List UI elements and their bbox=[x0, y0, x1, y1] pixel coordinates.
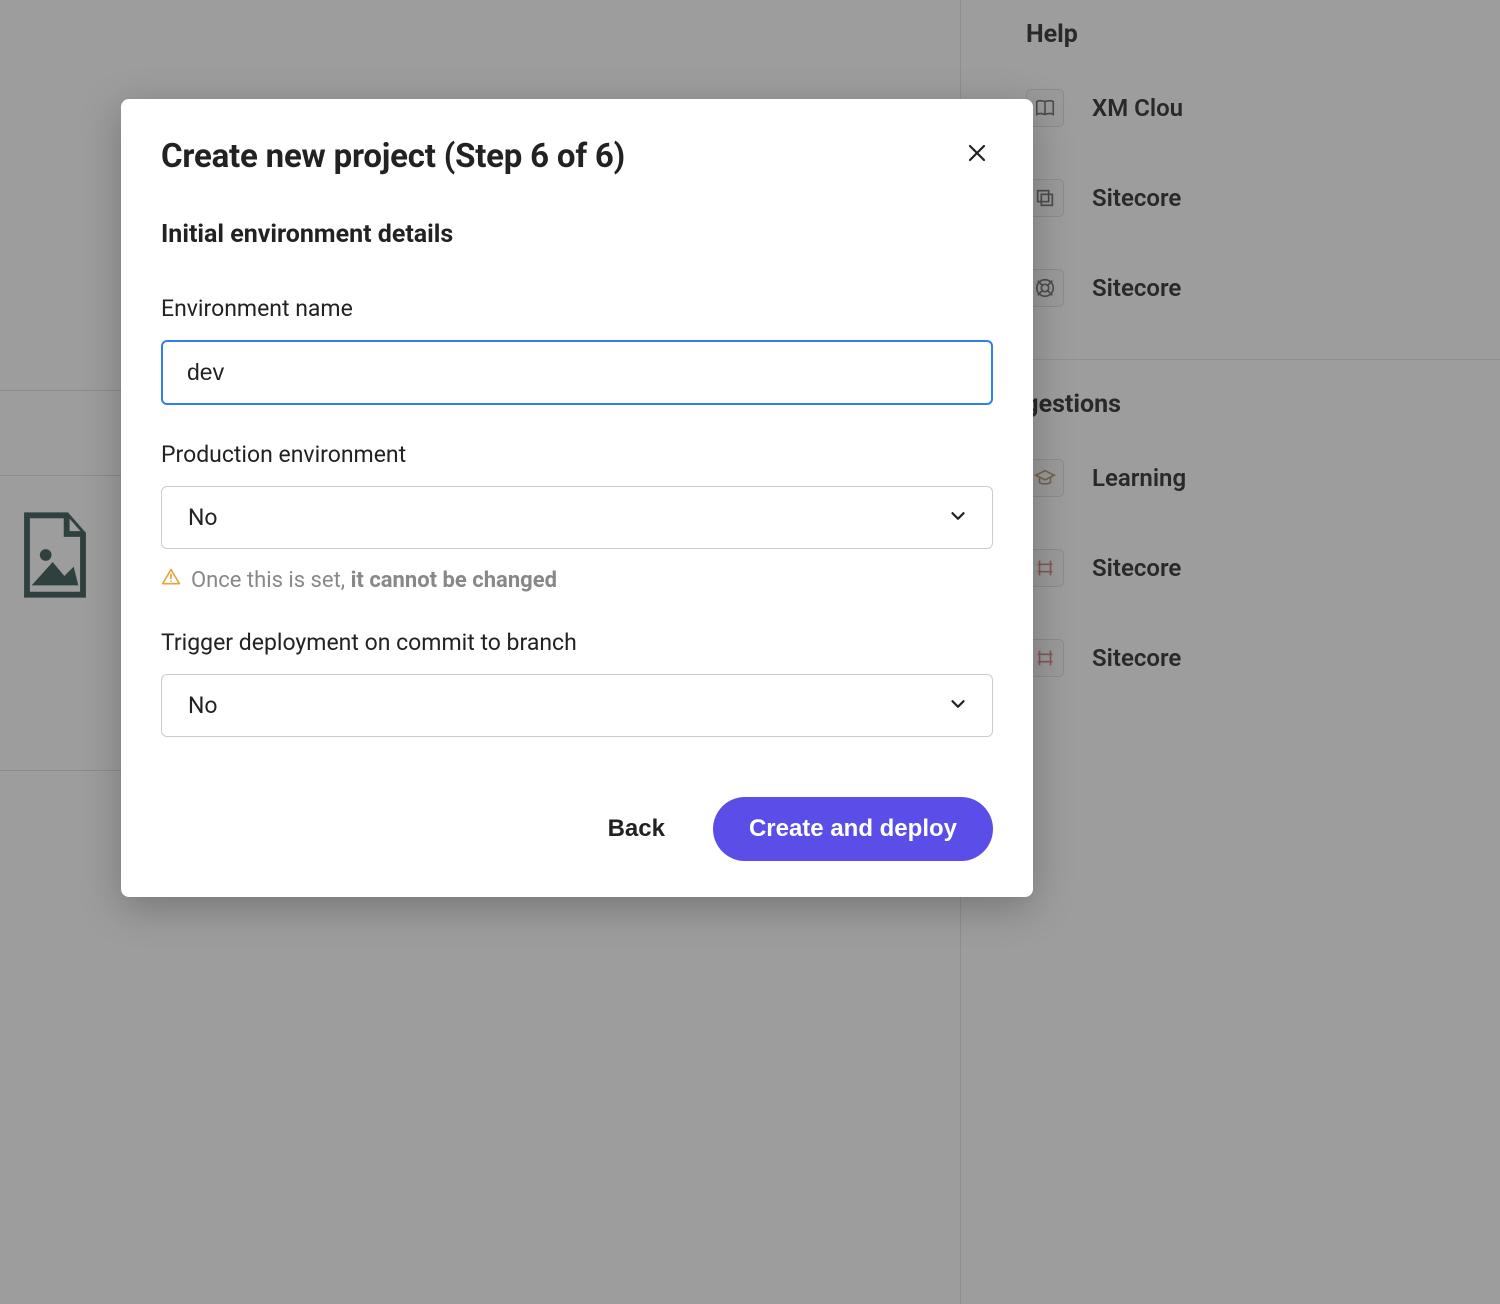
environment-name-label: Environment name bbox=[161, 295, 993, 322]
create-project-modal: Create new project (Step 6 of 6) Initial… bbox=[121, 99, 1033, 897]
create-and-deploy-button[interactable]: Create and deploy bbox=[713, 797, 993, 861]
environment-name-input[interactable] bbox=[161, 340, 993, 405]
modal-title: Create new project (Step 6 of 6) bbox=[161, 137, 625, 176]
production-environment-hint: Once this is set, it cannot be changed bbox=[161, 567, 993, 593]
environment-name-field: Environment name bbox=[161, 295, 993, 405]
warning-icon bbox=[161, 567, 181, 593]
hint-text: Once this is set, bbox=[191, 568, 351, 593]
modal-header: Create new project (Step 6 of 6) bbox=[161, 137, 993, 176]
section-title: Initial environment details bbox=[161, 220, 993, 249]
production-environment-label: Production environment bbox=[161, 441, 993, 468]
hint-text-bold: it cannot be changed bbox=[351, 568, 557, 593]
close-button[interactable] bbox=[961, 137, 993, 169]
select-value: No bbox=[188, 504, 218, 531]
back-button[interactable]: Back bbox=[600, 805, 673, 853]
close-icon bbox=[965, 153, 989, 168]
production-environment-field: Production environment No Once this is s… bbox=[161, 441, 993, 593]
production-environment-select[interactable]: No bbox=[161, 486, 993, 549]
trigger-deployment-label: Trigger deployment on commit to branch bbox=[161, 629, 993, 656]
select-value: No bbox=[188, 692, 218, 719]
modal-footer: Back Create and deploy bbox=[161, 797, 993, 861]
trigger-deployment-field: Trigger deployment on commit to branch N… bbox=[161, 629, 993, 737]
trigger-deployment-select[interactable]: No bbox=[161, 674, 993, 737]
